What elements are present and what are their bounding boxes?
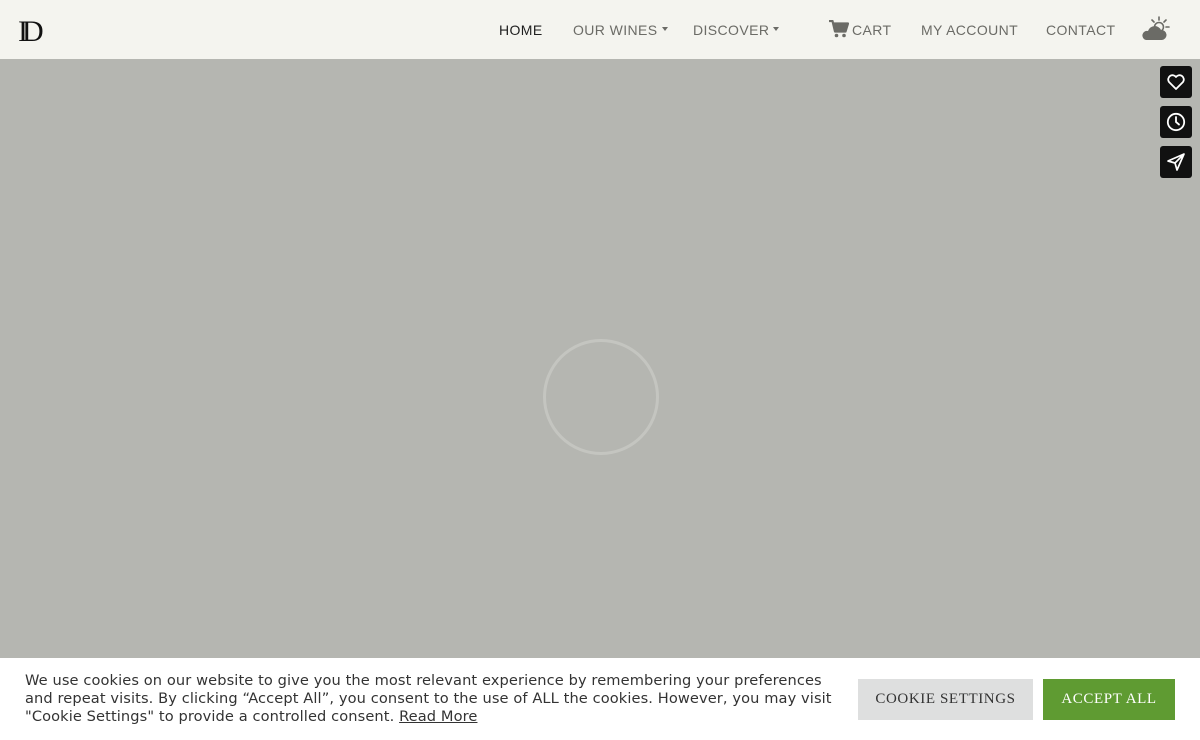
nav-cart[interactable]: CART — [829, 20, 891, 40]
cart-icon — [829, 20, 849, 38]
cookie-consent-bar: We use cookies on our website to give yo… — [0, 658, 1200, 740]
heart-icon — [1167, 74, 1185, 90]
clock-icon — [1166, 112, 1186, 132]
loading-spinner-icon — [543, 339, 659, 455]
share-button[interactable] — [1160, 146, 1192, 178]
nav-our-wines[interactable]: OUR WINES — [573, 20, 668, 40]
caret-down-icon — [661, 27, 668, 32]
nav-discover[interactable]: DISCOVER — [693, 20, 780, 40]
nav-home-label: HOME — [499, 22, 543, 38]
nav-our-wines-label: OUR WINES — [573, 22, 658, 38]
wishlist-button[interactable] — [1160, 66, 1192, 98]
caret-down-icon — [773, 27, 780, 32]
nav-contact-label: CONTACT — [1046, 22, 1116, 38]
read-more-link[interactable]: Read More — [399, 708, 477, 725]
site-header: I D HOME OUR WINES DISCOVER CART MY ACCO… — [0, 0, 1200, 59]
recently-viewed-button[interactable] — [1160, 106, 1192, 138]
cookie-message: We use cookies on our website to give yo… — [25, 672, 835, 726]
send-icon — [1167, 153, 1185, 171]
nav-cart-label: CART — [852, 22, 892, 38]
accept-all-button[interactable]: ACCEPT ALL — [1043, 679, 1175, 720]
nav-discover-label: DISCOVER — [693, 22, 770, 38]
nav-home[interactable]: HOME — [499, 20, 543, 40]
partly-cloudy-icon[interactable] — [1142, 16, 1170, 42]
nav-my-account[interactable]: MY ACCOUNT — [921, 20, 1018, 40]
cookie-settings-button[interactable]: COOKIE SETTINGS — [858, 679, 1033, 720]
main-nav: HOME OUR WINES DISCOVER CART MY ACCOUNT … — [0, 0, 1200, 59]
nav-my-account-label: MY ACCOUNT — [921, 22, 1019, 38]
nav-contact[interactable]: CONTACT — [1046, 20, 1115, 40]
